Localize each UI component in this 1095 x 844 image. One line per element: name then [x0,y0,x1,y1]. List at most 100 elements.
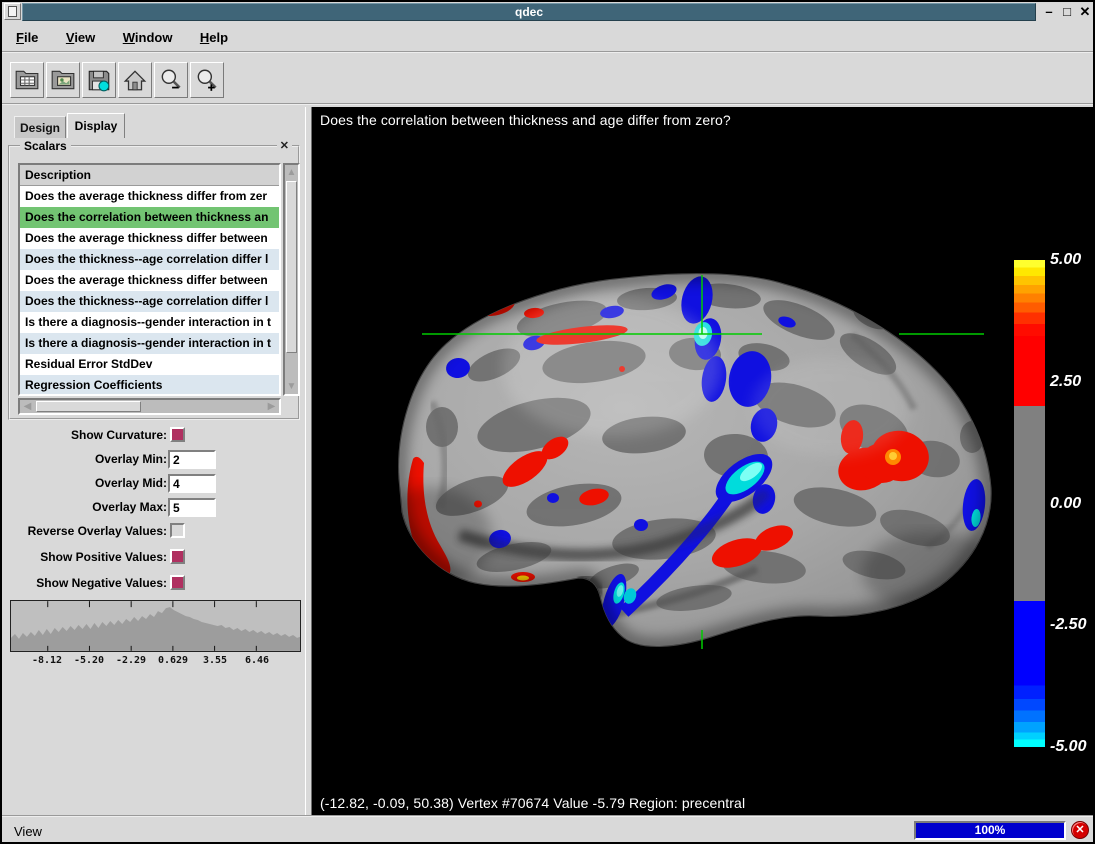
colorbar-label: -5.00 [1050,738,1086,756]
overlay-min-label: Overlay Min: [95,452,167,466]
maximize-button[interactable]: □ [1058,3,1076,21]
close-button[interactable]: ✕ [1076,3,1094,21]
menubar: File View Window Help [2,23,1093,53]
save-button[interactable] [82,62,116,98]
brain-render[interactable] [312,107,1093,815]
toolbar [2,55,1093,105]
page-icon [8,6,17,17]
vertical-scroll-thumb[interactable] [286,181,297,353]
statusbar: View 100% ✕ [2,815,1093,842]
question-text: Does the correlation between thickness a… [320,112,731,128]
folder-image-icon [50,67,76,93]
list-item[interactable]: Does the average thickness differ betwee… [20,270,279,291]
horizontal-scroll-thumb[interactable] [36,401,141,412]
titlebar: qdec – □ ✕ [2,2,1093,22]
scalars-title: Scalars [20,139,71,153]
overlay-mid-label: Overlay Mid: [95,476,167,490]
colorbar-label: 2.50 [1050,373,1081,391]
menu-help[interactable]: Help [191,23,237,50]
list-item[interactable]: Is there a diagnosis--gender interaction… [20,312,279,333]
hist-tick: 6.46 [245,655,269,666]
vertex-status-text: (-12.82, -0.09, 50.38) Vertex #70674 Val… [320,795,745,811]
home-view-button[interactable] [118,62,152,98]
reverse-overlay-checkbox[interactable] [170,523,185,538]
scalars-groupbox: Scalars ✕ Description Does the average t… [8,145,300,420]
control-panel: Design Display Scalars ✕ Description Doe… [2,107,305,817]
list-item-selected[interactable]: Does the correlation between thickness a… [20,207,279,228]
scalars-list[interactable]: Description Does the average thickness d… [18,163,281,396]
colorbar-heat-segment [1014,260,1045,406]
scroll-right-icon[interactable]: ▶ [265,400,278,413]
scroll-up-icon[interactable]: ▲ [285,166,298,179]
show-positive-row: Show Positive Values: [2,548,305,568]
colorbar-label: 5.00 [1050,251,1081,269]
list-header: Description [20,165,279,186]
colorbar-gray-segment [1014,406,1045,601]
overlay-mid-input[interactable] [168,474,216,493]
hist-tick: 0.629 [158,655,188,666]
overlay-max-input[interactable] [168,498,216,517]
list-item[interactable]: Does the thickness--age correlation diff… [20,249,279,270]
reverse-overlay-row: Reverse Overlay Values: [2,522,305,542]
window-menu-icon[interactable] [4,3,21,20]
vertical-scrollbar[interactable]: ▲ ▼ [283,163,300,396]
progress-value: 100% [916,823,1064,838]
horizontal-scrollbar[interactable]: ◀ ▶ [18,398,281,415]
list-item[interactable]: Does the thickness--age correlation diff… [20,291,279,312]
show-curvature-row: Show Curvature: [2,426,305,446]
zoom-in-icon [194,67,220,93]
home-icon [122,67,148,93]
zoom-in-button[interactable] [190,62,224,98]
statusbar-view-label: View [14,824,42,839]
overlay-min-input[interactable] [168,450,216,469]
overlay-mid-row: Overlay Mid: [2,474,305,494]
show-positive-label: Show Positive Values: [40,550,167,564]
list-item[interactable]: Does the average thickness differ betwee… [20,228,279,249]
colorbar-label: -2.50 [1050,616,1086,634]
app-window: qdec – □ ✕ File View Window Help [0,0,1095,844]
zoom-out-button[interactable] [154,62,188,98]
menu-file[interactable]: File [7,23,47,50]
list-item[interactable]: Residual Error StdDev [20,354,279,375]
cancel-progress-button[interactable]: ✕ [1071,821,1089,839]
show-negative-label: Show Negative Values: [36,576,167,590]
overlay-max-row: Overlay Max: [2,498,305,518]
hist-tick: -8.12 [32,655,62,666]
load-data-table-button[interactable] [10,62,44,98]
overlay-max-label: Overlay Max: [92,500,167,514]
hist-tick: 3.55 [203,655,227,666]
show-negative-checkbox[interactable] [170,575,185,590]
menu-window[interactable]: Window [114,23,182,50]
window-title: qdec [22,3,1036,21]
colorbar-cold-segment [1014,601,1045,747]
overlay-colorbar [1014,260,1045,747]
colorbar-label: 0.00 [1050,495,1081,513]
scroll-left-icon[interactable]: ◀ [21,400,34,413]
hist-tick: -2.29 [116,655,146,666]
histogram-plot [11,601,300,651]
list-item[interactable]: Does the average thickness differ from z… [20,186,279,207]
progress-bar: 100% [914,821,1066,840]
hist-tick: -5.20 [74,655,104,666]
value-histogram[interactable] [10,600,301,652]
scroll-down-icon[interactable]: ▼ [285,380,298,393]
reverse-overlay-label: Reverse Overlay Values: [28,524,167,538]
minimize-button[interactable]: – [1040,3,1058,21]
scalars-close-icon[interactable]: ✕ [277,139,292,152]
panel-divider[interactable] [305,107,312,817]
show-positive-checkbox[interactable] [170,549,185,564]
list-item[interactable]: Regression Coefficients [20,375,279,396]
save-icon [86,67,112,93]
menu-view[interactable]: View [57,23,104,50]
show-curvature-label: Show Curvature: [71,428,167,442]
list-item[interactable]: Is there a diagnosis--gender interaction… [20,333,279,354]
tab-display[interactable]: Display [67,113,125,138]
tab-design[interactable]: Design [14,116,66,138]
folder-table-icon [14,67,40,93]
overlay-min-row: Overlay Min: [2,450,305,470]
load-image-button[interactable] [46,62,80,98]
zoom-out-icon [158,67,184,93]
show-negative-row: Show Negative Values: [2,574,305,594]
surface-viewer[interactable]: Does the correlation between thickness a… [312,107,1093,815]
show-curvature-checkbox[interactable] [170,427,185,442]
